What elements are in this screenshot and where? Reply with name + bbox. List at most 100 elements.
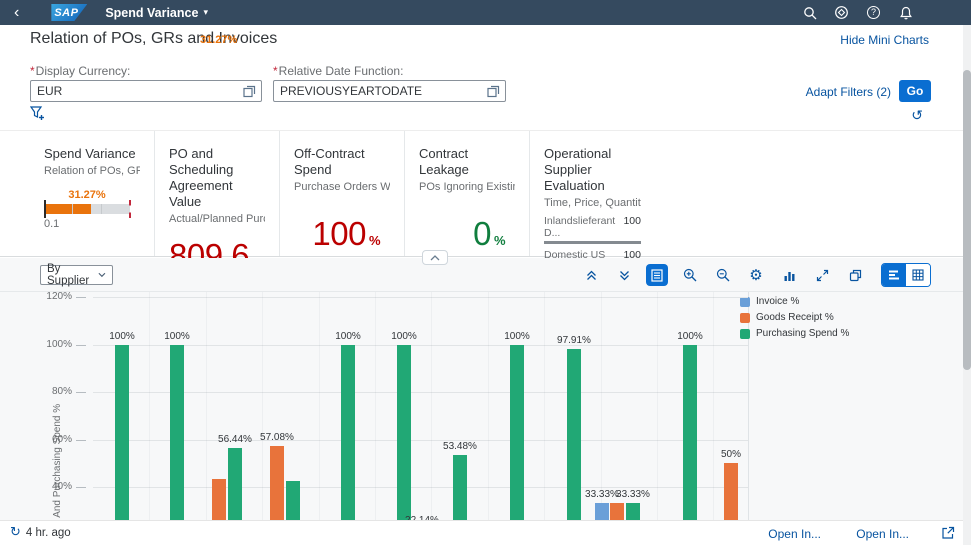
value-help-icon[interactable] bbox=[243, 85, 256, 103]
chart-bar[interactable] bbox=[212, 479, 226, 520]
filter-bar: *Display Currency: *Relative Date Functi… bbox=[0, 52, 971, 131]
chart-bar[interactable] bbox=[626, 503, 640, 520]
page-title: Relation of POs, GRs and Invoices bbox=[30, 30, 277, 48]
open-in-icon[interactable] bbox=[941, 526, 955, 545]
view-chart-button[interactable] bbox=[882, 264, 906, 286]
card-spend-variance[interactable]: Spend Variance Relation of POs, GRs... 3… bbox=[30, 131, 155, 256]
chart-bar[interactable] bbox=[270, 446, 284, 520]
legend-swatch bbox=[740, 313, 750, 323]
collapse-header-button[interactable] bbox=[422, 250, 448, 265]
card-subtitle: Purchase Orders Wit... bbox=[294, 180, 390, 194]
card-subtitle: Actual/Planned Purc... bbox=[169, 212, 265, 226]
legend-label: Purchasing Spend % bbox=[756, 328, 849, 339]
kpi-unit: % bbox=[369, 233, 380, 248]
chart-bar[interactable] bbox=[397, 345, 411, 521]
vertical-gridline bbox=[544, 292, 545, 520]
scrollbar-track[interactable] bbox=[963, 25, 971, 545]
app-root: ‹ SAP Spend Variance ▾ ? Relation of POs… bbox=[0, 0, 971, 545]
zoom-in-icon[interactable] bbox=[679, 264, 701, 286]
vertical-gridline bbox=[488, 292, 489, 520]
notifications-icon[interactable] bbox=[898, 5, 913, 20]
refresh-button[interactable]: ↻ 4 hr. ago bbox=[10, 525, 71, 540]
add-filter-icon[interactable] bbox=[30, 106, 46, 127]
y-axis-title: Invoice % And Goods Receipt % And Purcha… bbox=[52, 404, 63, 520]
y-axis-tick bbox=[76, 392, 86, 393]
dimension-selector[interactable]: By Supplier bbox=[40, 265, 113, 285]
open-in-link-2[interactable]: Open In... bbox=[856, 527, 909, 541]
vertical-gridline bbox=[319, 292, 320, 520]
chart-canvas: Invoice % And Goods Receipt % And Purcha… bbox=[0, 292, 971, 520]
collapse-all-icon[interactable] bbox=[613, 264, 635, 286]
chart-bar[interactable] bbox=[286, 481, 300, 520]
chart-bar[interactable] bbox=[453, 455, 467, 520]
vertical-gridline bbox=[206, 292, 207, 520]
bullet-value-label: 31.27% bbox=[44, 189, 130, 201]
card-po-value[interactable]: PO and Scheduling Agreement Value Actual… bbox=[155, 131, 280, 256]
chart-type-icon[interactable] bbox=[778, 264, 800, 286]
card-title: Contract Leakage bbox=[419, 146, 515, 178]
copilot-icon[interactable] bbox=[834, 5, 849, 20]
y-axis-tick-label: 80% bbox=[28, 386, 72, 397]
reset-icon[interactable]: ↺ bbox=[911, 108, 923, 124]
search-icon[interactable] bbox=[802, 5, 817, 20]
mini-charts-row: Spend Variance Relation of POs, GRs... 3… bbox=[0, 131, 971, 257]
value-help-icon[interactable] bbox=[487, 85, 500, 103]
chart-bar[interactable] bbox=[683, 345, 697, 521]
chart-bar[interactable] bbox=[510, 345, 524, 521]
gridline bbox=[93, 392, 748, 393]
kpi-unit: % bbox=[494, 233, 505, 248]
legend-item[interactable]: Purchasing Spend % bbox=[740, 328, 849, 339]
sap-logo[interactable]: SAP bbox=[51, 4, 87, 21]
legend-item[interactable]: Invoice % bbox=[740, 296, 849, 307]
card-subtitle: Time, Price, Quantity,... bbox=[544, 196, 641, 210]
chart-bar[interactable] bbox=[228, 448, 242, 520]
bullet-tick bbox=[101, 204, 102, 214]
copy-icon[interactable] bbox=[844, 264, 866, 286]
date-function-label: *Relative Date Function: bbox=[273, 64, 403, 78]
card-contract-leakage[interactable]: Contract Leakage POs Ignoring Existing..… bbox=[405, 131, 530, 256]
app-title: Spend Variance bbox=[105, 6, 198, 20]
legend-toggle-icon[interactable] bbox=[646, 264, 668, 286]
expand-all-icon[interactable] bbox=[580, 264, 602, 286]
scrollbar-thumb[interactable] bbox=[963, 70, 971, 370]
vertical-gridline bbox=[713, 292, 714, 520]
chart-bar[interactable] bbox=[724, 463, 738, 520]
kpi-value: 100% bbox=[294, 216, 390, 259]
chart-toolbar: By Supplier ⚙ bbox=[0, 258, 971, 292]
currency-field bbox=[30, 80, 262, 102]
help-icon[interactable]: ? bbox=[866, 5, 881, 20]
legend-item[interactable]: Goods Receipt % bbox=[740, 312, 849, 323]
bar-value-label: 33.33% bbox=[605, 489, 661, 500]
chart-section: By Supplier ⚙ bbox=[0, 258, 971, 520]
chart-bar[interactable] bbox=[170, 345, 184, 521]
chart-bar[interactable] bbox=[610, 503, 624, 520]
bullet-min-label: 0.1 bbox=[44, 218, 140, 230]
bullet-threshold-marker bbox=[44, 200, 46, 218]
back-icon[interactable]: ‹ bbox=[14, 2, 19, 24]
bullet-tick bbox=[72, 204, 73, 214]
view-table-button[interactable] bbox=[906, 264, 930, 286]
settings-icon[interactable]: ⚙ bbox=[745, 264, 767, 286]
open-in-link-1[interactable]: Open In... bbox=[768, 527, 821, 541]
chart-bar[interactable] bbox=[595, 503, 609, 520]
bar-value-label: 97.91% bbox=[546, 335, 602, 346]
app-title-menu[interactable]: Spend Variance ▾ bbox=[105, 6, 208, 20]
zoom-out-icon[interactable] bbox=[712, 264, 734, 286]
gridline bbox=[93, 297, 748, 298]
card-off-contract-spend[interactable]: Off-Contract Spend Purchase Orders Wit..… bbox=[280, 131, 405, 256]
currency-input[interactable] bbox=[37, 81, 239, 101]
hide-mini-charts-link[interactable]: Hide Mini Charts bbox=[840, 33, 929, 47]
chevron-up-icon bbox=[430, 255, 440, 261]
bullet-micro-chart bbox=[44, 204, 130, 214]
fullscreen-icon[interactable] bbox=[811, 264, 833, 286]
go-button[interactable]: Go bbox=[899, 80, 931, 102]
date-function-field bbox=[273, 80, 506, 102]
comparison-bar bbox=[544, 241, 641, 244]
chart-bar[interactable] bbox=[115, 345, 129, 521]
card-supplier-evaluation[interactable]: Operational Supplier Evaluation Time, Pr… bbox=[530, 131, 655, 256]
adapt-filters-link[interactable]: Adapt Filters (2) bbox=[806, 85, 891, 99]
gear-icon: ⚙ bbox=[749, 268, 762, 283]
date-function-input[interactable] bbox=[280, 81, 483, 101]
chart-bar[interactable] bbox=[341, 345, 355, 521]
gridline bbox=[93, 345, 748, 346]
